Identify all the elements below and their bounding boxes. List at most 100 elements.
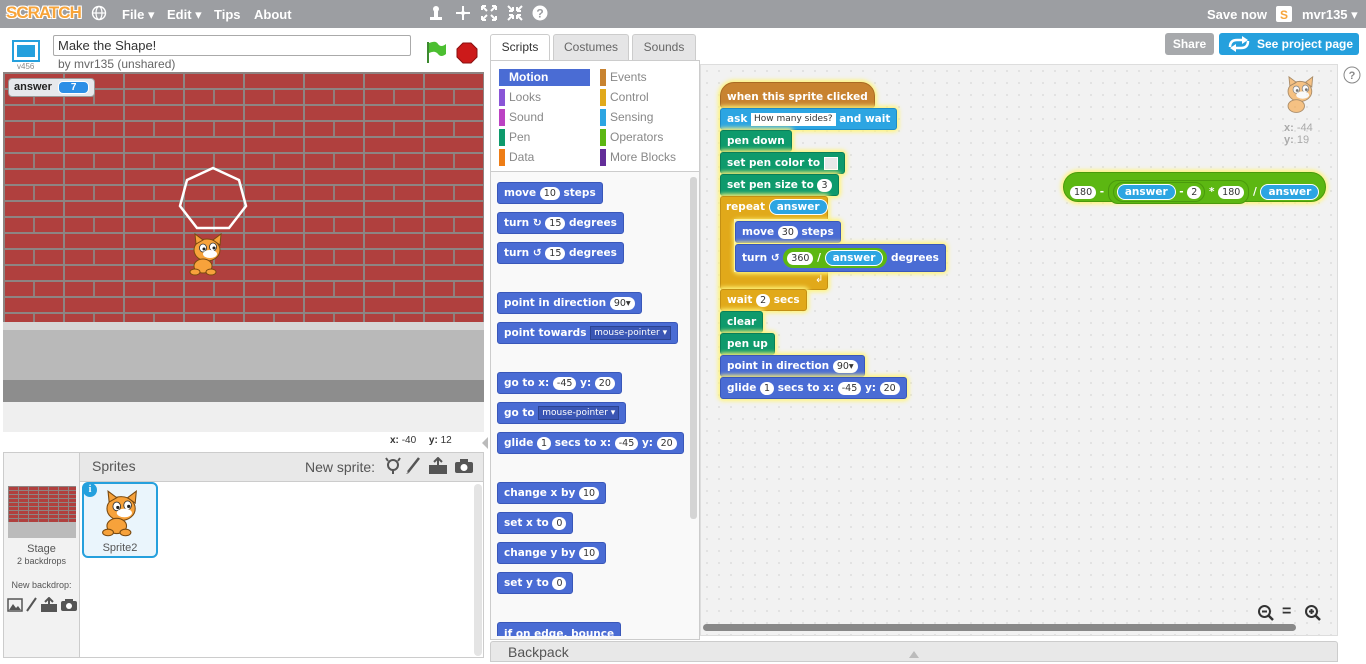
block-change-x[interactable]: change x by 10 bbox=[497, 482, 607, 504]
block-goto-xy[interactable]: go to x: -45 y: 20 bbox=[497, 372, 622, 394]
sprite-library-icon[interactable] bbox=[384, 457, 402, 480]
sprite-tile-label: Sprite2 bbox=[102, 542, 138, 554]
divide-operator[interactable]: 360 / answer bbox=[783, 248, 888, 268]
upload-sprite-icon[interactable] bbox=[428, 456, 448, 480]
category-looks[interactable]: Looks bbox=[499, 89, 541, 106]
cat-sprite[interactable] bbox=[183, 232, 229, 278]
zoom-reset-icon[interactable]: = bbox=[1282, 603, 1291, 621]
pen-color-swatch[interactable] bbox=[823, 156, 838, 170]
share-button[interactable]: Share bbox=[1165, 33, 1214, 55]
script-hat-when-clicked[interactable]: when this sprite clicked bbox=[720, 82, 875, 108]
green-flag-icon[interactable] bbox=[424, 40, 448, 69]
loose-operator-reporter[interactable]: 180 - answer - 2 * 180 / answer bbox=[1063, 172, 1326, 204]
remix-icon bbox=[1227, 36, 1251, 59]
block-move-steps[interactable]: move 10 steps bbox=[497, 182, 603, 204]
globe-icon[interactable] bbox=[91, 5, 107, 25]
duplicate-tool-icon[interactable] bbox=[428, 5, 444, 25]
repeat-answer-reporter[interactable]: answer bbox=[768, 199, 828, 215]
category-pen[interactable]: Pen bbox=[499, 129, 530, 146]
stop-sign-icon[interactable] bbox=[456, 42, 478, 69]
repeat-label: repeat answer bbox=[726, 199, 828, 215]
svg-text:?: ? bbox=[1349, 70, 1356, 82]
file-menu[interactable]: File ▾ bbox=[122, 7, 155, 23]
sprite-preview-cat bbox=[1287, 75, 1314, 113]
zoom-in-icon[interactable] bbox=[1304, 604, 1322, 627]
block-set-y[interactable]: set y to 0 bbox=[497, 572, 574, 594]
grow-tool-icon[interactable] bbox=[481, 5, 497, 25]
script-clear[interactable]: clear bbox=[720, 311, 764, 333]
backpack-expand-icon[interactable] bbox=[908, 646, 920, 664]
category-events[interactable]: Events bbox=[600, 69, 647, 86]
turn-ccw-icon: ↺ bbox=[532, 247, 542, 259]
block-turn-right[interactable]: turn ↻ 15 degrees bbox=[497, 212, 624, 234]
paint-backdrop-icon[interactable] bbox=[25, 597, 37, 618]
block-point-towards[interactable]: point towards mouse-pointer ▾ bbox=[497, 322, 679, 344]
script-pen-down[interactable]: pen down bbox=[720, 130, 792, 152]
help-tips-icon[interactable]: ? bbox=[1343, 66, 1361, 89]
category-motion[interactable]: Motion bbox=[499, 69, 548, 86]
block-point-in-direction[interactable]: point in direction 90▾ bbox=[497, 292, 642, 314]
script-glide[interactable]: glide 1 secs to x: -45 y: 20 bbox=[720, 377, 907, 399]
category-sensing[interactable]: Sensing bbox=[600, 109, 653, 126]
script-area-hscrollbar[interactable] bbox=[703, 624, 1296, 631]
category-operators[interactable]: Operators bbox=[600, 129, 663, 146]
script-point-in-direction[interactable]: point in direction 90▾ bbox=[720, 355, 865, 377]
paint-sprite-icon[interactable] bbox=[405, 457, 421, 480]
backpack-label: Backpack bbox=[508, 644, 569, 660]
sprites-title: Sprites bbox=[92, 458, 136, 474]
script-area[interactable] bbox=[700, 64, 1338, 636]
block-glide[interactable]: glide 1 secs to x: -45 y: 20 bbox=[497, 432, 684, 454]
save-now-button[interactable]: Save now bbox=[1207, 7, 1267, 22]
sprite-x: -44 bbox=[1296, 122, 1313, 134]
repeat-loop-arrow-icon: ↲ bbox=[815, 274, 824, 285]
menu-bar: SCRATCH File ▾ Edit ▾ Tips About ? Save … bbox=[0, 0, 1366, 28]
category-data[interactable]: Data bbox=[499, 149, 534, 166]
help-icon[interactable]: ? bbox=[532, 5, 548, 25]
shrink-tool-icon[interactable] bbox=[507, 5, 523, 25]
script-set-pen-size[interactable]: set pen size to 3 bbox=[720, 174, 839, 196]
cut-tool-icon[interactable] bbox=[455, 5, 471, 25]
upload-backdrop-icon[interactable] bbox=[40, 596, 58, 618]
block-set-x[interactable]: set x to 0 bbox=[497, 512, 574, 534]
sprites-scrollbar[interactable] bbox=[474, 484, 482, 656]
category-sound[interactable]: Sound bbox=[499, 109, 544, 126]
block-goto[interactable]: go to mouse-pointer ▾ bbox=[497, 402, 627, 424]
category-more-blocks[interactable]: More Blocks bbox=[600, 149, 676, 166]
category-control[interactable]: Control bbox=[600, 89, 649, 106]
my-stuff-icon[interactable]: S bbox=[1275, 5, 1293, 27]
block-bounce[interactable]: if on edge, bounce bbox=[497, 622, 622, 636]
answer-monitor[interactable]: answer 7 bbox=[8, 78, 96, 97]
script-move-steps[interactable]: move 30 steps bbox=[735, 221, 841, 243]
see-project-page-button[interactable]: See project page bbox=[1219, 33, 1359, 55]
camera-sprite-icon[interactable] bbox=[454, 458, 474, 479]
script-pen-up[interactable]: pen up bbox=[720, 333, 775, 355]
stage-thumbnail[interactable] bbox=[8, 486, 76, 538]
stage-label: Stage bbox=[27, 543, 56, 555]
script-set-pen-color[interactable]: set pen color to bbox=[720, 152, 845, 174]
sprites-header bbox=[80, 452, 484, 482]
camera-backdrop-icon[interactable] bbox=[60, 598, 78, 617]
block-turn-left[interactable]: turn ↺ 15 degrees bbox=[497, 242, 624, 264]
stage[interactable] bbox=[3, 72, 484, 432]
script-ask[interactable]: ask How many sides? and wait bbox=[720, 108, 898, 130]
monitor-label: answer bbox=[14, 81, 52, 93]
collapse-stage-arrow[interactable] bbox=[481, 436, 489, 450]
sprite-position-readout: x: -44 y: 19 bbox=[1284, 122, 1313, 146]
monitor-value: 7 bbox=[57, 81, 90, 94]
project-title-input[interactable]: Make the Shape! bbox=[53, 35, 411, 56]
tab-costumes[interactable]: Costumes bbox=[553, 34, 629, 60]
script-wait[interactable]: wait 2 secs bbox=[720, 289, 807, 311]
script-turn[interactable]: turn ↺ 360 / answer degrees bbox=[735, 244, 946, 272]
svg-text:?: ? bbox=[536, 7, 543, 21]
tab-sounds[interactable]: Sounds bbox=[632, 34, 696, 60]
palette-scrollbar[interactable] bbox=[690, 177, 697, 519]
scratch-logo[interactable]: SCRATCH bbox=[6, 3, 82, 23]
about-menu[interactable]: About bbox=[254, 7, 292, 22]
tips-menu[interactable]: Tips bbox=[214, 7, 241, 22]
tab-scripts[interactable]: Scripts bbox=[490, 34, 550, 61]
backdrop-library-icon[interactable] bbox=[7, 598, 23, 617]
block-change-y[interactable]: change y by 10 bbox=[497, 542, 607, 564]
edit-menu[interactable]: Edit ▾ bbox=[167, 7, 202, 23]
sprite-thumbnail-cat bbox=[102, 489, 137, 537]
user-menu[interactable]: mvr135 ▾ bbox=[1302, 7, 1358, 23]
